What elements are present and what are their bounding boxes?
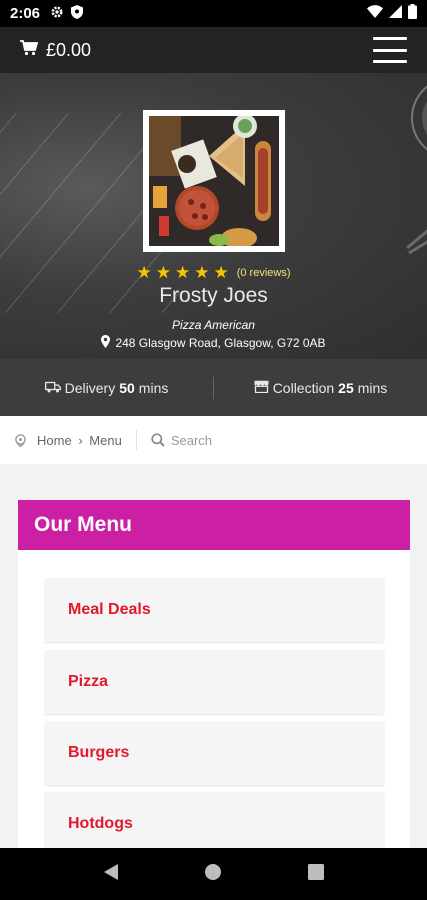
star-icon: ★ (174, 263, 191, 282)
search-placeholder: Search (170, 432, 213, 448)
breadcrumb-separator: › (78, 432, 83, 448)
rating: ★ ★ ★ ★ ★ (0 reviews) (0, 264, 427, 281)
home-icon[interactable] (204, 863, 222, 886)
restaurant-name: Frosty Joes (159, 284, 268, 307)
address-text: 248 Glasgow Road, Glasgow, G72 0AB (115, 336, 326, 350)
collection-unit: mins (357, 379, 388, 396)
menu-icon[interactable] (373, 37, 407, 63)
map-pin-icon (101, 335, 111, 351)
delivery-unit: mins (138, 379, 169, 396)
background-cutlery-image (406, 85, 427, 255)
breadcrumb-current: Menu (89, 432, 122, 448)
restaurant-cuisine: Pizza American (172, 318, 255, 332)
status-bar: 2:06 (0, 0, 427, 27)
recents-icon[interactable] (308, 863, 325, 885)
cart-total: £0.00 (46, 39, 92, 60)
menu-content: Our Menu Meal Deals Pizza Burgers Hotdog… (0, 464, 427, 860)
back-icon[interactable] (103, 863, 119, 886)
menu-category-pizza[interactable]: Pizza (45, 650, 384, 714)
restaurant-logo (143, 110, 285, 252)
signal-icon (389, 5, 402, 22)
order-times-bar: Delivery 50 mins Collection 25 mins (0, 359, 427, 416)
status-time: 2:06 (10, 5, 41, 22)
delivery-truck-icon (44, 380, 61, 396)
breadcrumb-bar: Home › Menu Search (0, 416, 427, 464)
food-image (149, 116, 279, 246)
location-icon (14, 433, 27, 447)
star-icon: ★ (194, 263, 210, 282)
star-icon: ★ (213, 263, 229, 282)
collection-value: 25 (338, 379, 354, 396)
collection-label: Collection (272, 379, 335, 396)
store-icon (254, 380, 269, 396)
wifi-icon (367, 5, 383, 22)
menu-category-meal-deals[interactable]: Meal Deals (45, 578, 384, 642)
breadcrumb: Home › Menu (37, 433, 122, 448)
reviews-count[interactable]: (0 reviews) (237, 267, 291, 279)
system-nav-bar (0, 848, 427, 900)
shield-icon (71, 4, 84, 23)
delivery-value: 50 (119, 379, 135, 396)
delivery-time: Delivery 50 mins (0, 380, 213, 396)
search-input[interactable]: Search (151, 433, 212, 448)
delivery-label: Delivery (64, 379, 116, 396)
menu-category-hotdogs[interactable]: Hotdogs (45, 792, 384, 856)
restaurant-hero: ★ ★ ★ ★ ★ (0 reviews) Frosty Joes Pizza … (0, 73, 427, 359)
restaurant-address: 248 Glasgow Road, Glasgow, G72 0AB (0, 335, 427, 351)
cart-icon (20, 39, 39, 61)
cart-button[interactable]: £0.00 (20, 40, 91, 61)
menu-title: Our Menu (18, 500, 410, 550)
menu-category-burgers[interactable]: Burgers (45, 721, 384, 785)
battery-icon (408, 4, 417, 23)
star-icon: ★ (136, 263, 152, 282)
search-icon (151, 433, 165, 447)
top-bar: £0.00 (0, 27, 427, 73)
collection-time: Collection 25 mins (214, 380, 427, 396)
settings-icon (50, 5, 64, 23)
divider (135, 430, 137, 450)
star-icon: ★ (155, 263, 171, 282)
breadcrumb-home[interactable]: Home (37, 433, 72, 448)
